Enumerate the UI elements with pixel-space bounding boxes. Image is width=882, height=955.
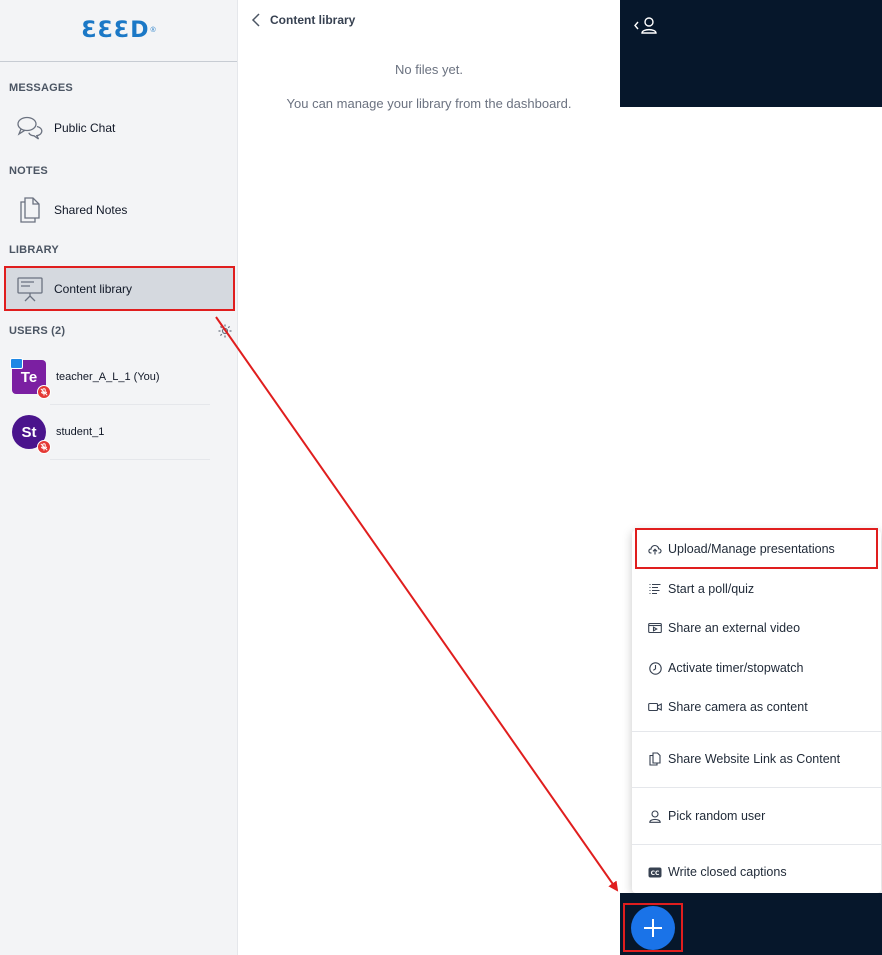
menu-item-write-closed-captions[interactable]: CC Write closed captions — [632, 853, 881, 891]
clock-icon — [647, 660, 663, 676]
empty-state-title: No files yet. — [395, 62, 463, 77]
mic-muted-icon — [37, 385, 51, 399]
avatar-initials: St — [21, 423, 37, 441]
video-icon — [647, 620, 663, 636]
settings-gear-icon[interactable] — [217, 323, 233, 339]
presentation-icon — [12, 271, 48, 307]
menu-item-label: Activate timer/stopwatch — [668, 661, 804, 675]
svg-text:CC: CC — [651, 870, 660, 877]
presenter-icon — [10, 358, 23, 369]
actions-plus-button[interactable] — [631, 906, 675, 950]
sidebar-item-shared-notes[interactable]: Shared Notes — [4, 188, 234, 232]
cloud-upload-icon — [647, 541, 663, 557]
list-icon — [647, 581, 663, 597]
user-name: student_1 — [56, 426, 105, 438]
user-list-toggle-icon[interactable] — [632, 14, 662, 38]
notes-icon — [12, 192, 48, 228]
messages-title: MESSAGES — [9, 82, 73, 94]
user-icon — [647, 808, 663, 824]
sidebar-item-public-chat[interactable]: Public Chat — [4, 106, 234, 150]
content-header: Content library — [250, 12, 355, 28]
menu-item-label: Share Website Link as Content — [668, 752, 841, 766]
cc-icon: CC — [647, 864, 663, 880]
logo: ƐƐƐD ® — [0, 0, 237, 62]
sidebar: ƐƐƐD ® MESSAGES Public Chat NOTES Shared … — [0, 0, 238, 955]
logo-text: ƐƐƐD — [81, 18, 150, 43]
user-row-teacher[interactable]: Te teacher_A_L_1 (You) — [0, 350, 232, 404]
avatar: Te — [10, 358, 51, 399]
menu-item-label: Share camera as content — [668, 700, 808, 714]
menu-item-share-camera[interactable]: Share camera as content — [632, 688, 881, 726]
menu-divider — [632, 844, 881, 845]
user-row-student[interactable]: St student_1 — [0, 405, 232, 459]
copy-icon — [647, 751, 663, 767]
sidebar-item-label: Content library — [54, 282, 133, 296]
menu-divider — [632, 731, 881, 732]
library-title: LIBRARY — [9, 244, 59, 256]
chat-icon — [12, 110, 48, 146]
plus-icon — [644, 919, 662, 937]
sidebar-item-label: Shared Notes — [54, 203, 128, 217]
divider — [50, 459, 210, 460]
users-title: USERS (2) — [9, 325, 66, 337]
sidebar-item-label: Public Chat — [54, 121, 116, 135]
menu-item-share-external-video[interactable]: Share an external video — [632, 609, 881, 647]
menu-item-pick-random-user[interactable]: Pick random user — [632, 797, 881, 835]
chevron-left-icon[interactable] — [250, 12, 262, 28]
menu-divider — [632, 787, 881, 788]
notes-title: NOTES — [9, 165, 48, 177]
menu-item-start-poll[interactable]: Start a poll/quiz — [632, 570, 881, 608]
avatar-initials: Te — [20, 368, 38, 386]
menu-item-label: Upload/Manage presentations — [668, 542, 835, 556]
menu-item-upload-presentations[interactable]: Upload/Manage presentations — [632, 530, 881, 568]
user-name: teacher_A_L_1 (You) — [56, 371, 160, 383]
menu-item-label: Share an external video — [668, 621, 801, 635]
menu-item-label: Start a poll/quiz — [668, 582, 755, 596]
menu-item-activate-timer[interactable]: Activate timer/stopwatch — [632, 649, 881, 687]
mic-muted-icon — [37, 440, 51, 454]
sidebar-item-content-library[interactable]: Content library — [4, 267, 234, 311]
page-title: Content library — [270, 13, 356, 27]
menu-item-share-website-link[interactable]: Share Website Link as Content — [632, 740, 881, 778]
empty-state-hint: You can manage your library from the das… — [286, 96, 572, 111]
menu-item-label: Pick random user — [668, 809, 766, 823]
actions-menu: Upload/Manage presentations Start a poll… — [632, 530, 881, 893]
menu-item-label: Write closed captions — [668, 865, 787, 879]
logo-mark: ® — [150, 27, 156, 34]
camera-icon — [647, 699, 663, 715]
avatar: St — [12, 415, 51, 454]
